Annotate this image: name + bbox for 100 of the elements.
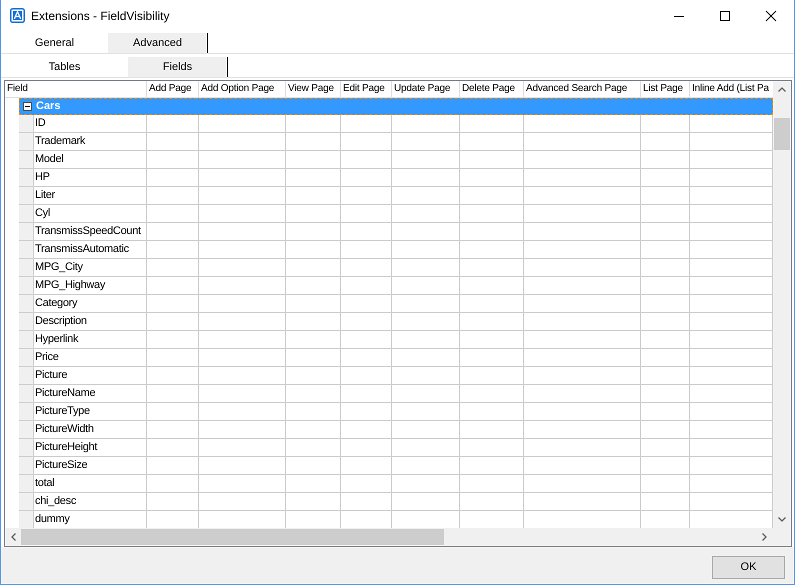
row-header[interactable] xyxy=(19,510,34,528)
table-cell[interactable] xyxy=(460,348,524,367)
table-cell[interactable] xyxy=(341,456,392,475)
table-cell[interactable] xyxy=(286,222,341,241)
table-cell[interactable] xyxy=(147,402,199,421)
table-cell[interactable] xyxy=(524,276,641,295)
table-cell[interactable] xyxy=(460,492,524,511)
table-cell[interactable] xyxy=(460,240,524,259)
table-cell[interactable] xyxy=(392,312,460,331)
table-cell[interactable] xyxy=(641,438,690,457)
table-cell[interactable] xyxy=(199,114,286,133)
table-cell[interactable] xyxy=(199,186,286,205)
table-cell[interactable] xyxy=(392,330,460,349)
table-cell[interactable] xyxy=(341,366,392,385)
scroll-up-icon[interactable] xyxy=(778,86,786,92)
table-cell[interactable] xyxy=(286,438,341,457)
table-cell[interactable] xyxy=(199,312,286,331)
table-cell[interactable] xyxy=(392,186,460,205)
scrollbar-thumb[interactable] xyxy=(21,529,444,546)
table-cell[interactable] xyxy=(641,330,690,349)
table-cell[interactable] xyxy=(199,402,286,421)
table-cell[interactable] xyxy=(392,420,460,439)
table-cell[interactable] xyxy=(341,348,392,367)
table-cell[interactable] xyxy=(392,240,460,259)
table-cell[interactable] xyxy=(147,438,199,457)
row-header[interactable] xyxy=(19,456,34,475)
table-cell[interactable] xyxy=(460,276,524,295)
table-cell[interactable] xyxy=(641,186,690,205)
row-header[interactable] xyxy=(19,312,34,331)
table-cell[interactable] xyxy=(460,456,524,475)
table-cell[interactable] xyxy=(524,168,641,187)
scrollbar-thumb[interactable] xyxy=(774,118,790,150)
row-header[interactable] xyxy=(19,258,34,277)
table-cell[interactable] xyxy=(147,384,199,403)
table-cell[interactable] xyxy=(641,222,690,241)
table-cell[interactable] xyxy=(460,474,524,493)
table-cell[interactable] xyxy=(641,132,690,151)
table-cell[interactable] xyxy=(392,438,460,457)
table-cell[interactable] xyxy=(524,150,641,169)
row-header[interactable] xyxy=(19,294,34,313)
table-cell[interactable] xyxy=(392,114,460,133)
table-cell[interactable] xyxy=(199,492,286,511)
table-cell[interactable] xyxy=(392,222,460,241)
table-cell[interactable] xyxy=(460,402,524,421)
table-cell[interactable] xyxy=(460,222,524,241)
table-cell[interactable] xyxy=(341,474,392,493)
table-cell[interactable] xyxy=(524,258,641,277)
table-cell[interactable] xyxy=(341,150,392,169)
row-header[interactable] xyxy=(19,348,34,367)
table-cell[interactable] xyxy=(392,276,460,295)
table-cell[interactable] xyxy=(147,258,199,277)
table-cell[interactable] xyxy=(524,348,641,367)
table-cell[interactable] xyxy=(524,456,641,475)
table-cell[interactable] xyxy=(199,168,286,187)
row-header[interactable] xyxy=(19,186,34,205)
table-cell[interactable] xyxy=(524,330,641,349)
table-cell[interactable] xyxy=(199,222,286,241)
row-header[interactable] xyxy=(19,168,34,187)
table-cell[interactable] xyxy=(199,240,286,259)
table-cell[interactable] xyxy=(524,492,641,511)
table-cell[interactable] xyxy=(641,240,690,259)
table-cell[interactable] xyxy=(147,150,199,169)
table-cell[interactable] xyxy=(392,492,460,511)
table-cell[interactable] xyxy=(147,168,199,187)
table-cell[interactable] xyxy=(286,366,341,385)
table-cell[interactable] xyxy=(341,168,392,187)
table-cell[interactable] xyxy=(199,276,286,295)
table-cell[interactable] xyxy=(199,348,286,367)
table-cell[interactable] xyxy=(460,366,524,385)
table-cell[interactable] xyxy=(641,384,690,403)
table-cell[interactable] xyxy=(199,456,286,475)
table-cell[interactable] xyxy=(341,420,392,439)
table-cell[interactable] xyxy=(524,474,641,493)
table-cell[interactable] xyxy=(341,438,392,457)
table-cell[interactable] xyxy=(286,456,341,475)
table-cell[interactable] xyxy=(147,420,199,439)
table-cell[interactable] xyxy=(341,258,392,277)
table-cell[interactable] xyxy=(147,330,199,349)
table-cell[interactable] xyxy=(286,114,341,133)
table-cell[interactable] xyxy=(392,456,460,475)
table-cell[interactable] xyxy=(199,366,286,385)
table-cell[interactable] xyxy=(286,474,341,493)
table-cell[interactable] xyxy=(641,366,690,385)
table-cell[interactable] xyxy=(147,312,199,331)
table-cell[interactable] xyxy=(524,132,641,151)
table-cell[interactable] xyxy=(641,150,690,169)
row-header[interactable] xyxy=(19,366,34,385)
table-cell[interactable] xyxy=(147,222,199,241)
table-cell[interactable] xyxy=(341,312,392,331)
table-cell[interactable] xyxy=(641,402,690,421)
table-cell[interactable] xyxy=(460,204,524,223)
scroll-left-icon[interactable] xyxy=(11,533,16,542)
row-header[interactable] xyxy=(19,240,34,259)
table-cell[interactable] xyxy=(147,114,199,133)
table-cell[interactable] xyxy=(341,240,392,259)
row-header[interactable] xyxy=(19,204,34,223)
table-cell[interactable] xyxy=(147,132,199,151)
table-cell[interactable] xyxy=(199,150,286,169)
row-header[interactable] xyxy=(19,474,34,493)
table-cell[interactable] xyxy=(147,366,199,385)
